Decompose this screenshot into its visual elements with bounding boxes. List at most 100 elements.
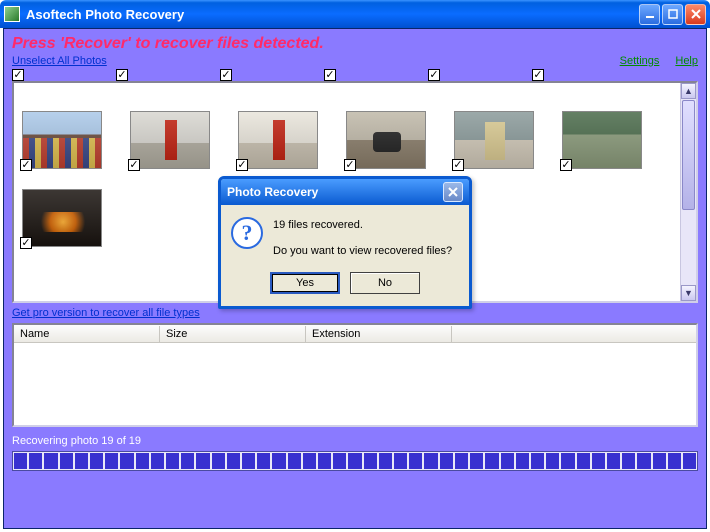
thumbnail-checkbox[interactable]: ✓ bbox=[236, 159, 248, 171]
progress-segment bbox=[577, 453, 590, 469]
thumbnail-checkbox[interactable]: ✓ bbox=[344, 159, 356, 171]
title-bar: Asoftech Photo Recovery bbox=[0, 0, 710, 28]
progress-segment bbox=[75, 453, 88, 469]
progress-segment bbox=[394, 453, 407, 469]
progress-segment bbox=[653, 453, 666, 469]
progress-segment bbox=[470, 453, 483, 469]
top-link-bar: Unselect All Photos Settings Help bbox=[12, 55, 698, 67]
thumbnail-item[interactable]: ✓ bbox=[454, 111, 534, 169]
thumbnail-item[interactable]: ✓ bbox=[22, 189, 102, 247]
photo-thumbnail bbox=[454, 111, 534, 169]
progress-segment bbox=[242, 453, 255, 469]
progress-segment bbox=[29, 453, 42, 469]
thumbnail-checkbox[interactable]: ✓ bbox=[128, 159, 140, 171]
close-button[interactable] bbox=[685, 4, 706, 25]
thumbnail-item[interactable]: ✓ bbox=[238, 111, 318, 169]
progress-segment bbox=[531, 453, 544, 469]
dialog-title: Photo Recovery bbox=[227, 185, 443, 199]
progress-segment bbox=[622, 453, 635, 469]
thumbnail-checkbox[interactable]: ✓ bbox=[20, 159, 32, 171]
column-checkbox[interactable]: ✓ bbox=[428, 69, 440, 81]
app-icon bbox=[4, 6, 20, 22]
progress-segment bbox=[44, 453, 57, 469]
progress-segment bbox=[333, 453, 346, 469]
column-header-extension[interactable]: Extension bbox=[306, 326, 452, 342]
progress-segment bbox=[196, 453, 209, 469]
progress-segment bbox=[424, 453, 437, 469]
minimize-button[interactable] bbox=[639, 4, 660, 25]
scroll-down-button[interactable]: ▼ bbox=[681, 285, 696, 301]
column-header-blank bbox=[452, 332, 696, 336]
vertical-scrollbar[interactable]: ▲ ▼ bbox=[680, 83, 696, 301]
progress-bar bbox=[12, 451, 698, 471]
scrollbar-thumb[interactable] bbox=[682, 100, 695, 210]
thumbnail-checkbox[interactable]: ✓ bbox=[20, 237, 32, 249]
thumbnail-checkbox[interactable]: ✓ bbox=[560, 159, 572, 171]
status-text: Recovering photo 19 of 19 bbox=[12, 435, 698, 447]
progress-segment bbox=[683, 453, 696, 469]
column-checkbox[interactable]: ✓ bbox=[220, 69, 232, 81]
question-icon: ? bbox=[231, 217, 263, 249]
column-checkbox[interactable]: ✓ bbox=[532, 69, 544, 81]
photo-thumbnail bbox=[22, 111, 102, 169]
progress-segment bbox=[257, 453, 270, 469]
progress-segment bbox=[607, 453, 620, 469]
window-title: Asoftech Photo Recovery bbox=[26, 7, 637, 22]
progress-segment bbox=[637, 453, 650, 469]
settings-link[interactable]: Settings bbox=[620, 55, 660, 67]
progress-segment bbox=[120, 453, 133, 469]
dialog-message: 19 files recovered. Do you want to view … bbox=[273, 217, 452, 260]
thumbnail-item[interactable]: ✓ bbox=[130, 111, 210, 169]
progress-segment bbox=[379, 453, 392, 469]
progress-segment bbox=[227, 453, 240, 469]
dialog-close-button[interactable] bbox=[443, 182, 463, 202]
dialog-title-bar[interactable]: Photo Recovery bbox=[221, 179, 469, 205]
column-header-size[interactable]: Size bbox=[160, 326, 306, 342]
thumbnail-checkbox[interactable]: ✓ bbox=[452, 159, 464, 171]
progress-segment bbox=[348, 453, 361, 469]
photo-thumbnail bbox=[238, 111, 318, 169]
scroll-up-button[interactable]: ▲ bbox=[681, 83, 696, 99]
photo-thumbnail bbox=[346, 111, 426, 169]
column-checkbox[interactable]: ✓ bbox=[324, 69, 336, 81]
thumbnail-item[interactable]: ✓ bbox=[22, 111, 102, 169]
photo-thumbnail bbox=[130, 111, 210, 169]
progress-segment bbox=[90, 453, 103, 469]
progress-segment bbox=[14, 453, 27, 469]
progress-segment bbox=[561, 453, 574, 469]
header-check-row: ✓ ✓ ✓ ✓ ✓ ✓ bbox=[12, 69, 698, 81]
progress-segment bbox=[546, 453, 559, 469]
photo-thumbnail bbox=[22, 189, 102, 247]
progress-segment bbox=[516, 453, 529, 469]
yes-button[interactable]: Yes bbox=[270, 272, 340, 294]
progress-segment bbox=[592, 453, 605, 469]
instruction-text: Press 'Recover' to recover files detecte… bbox=[12, 35, 698, 53]
progress-segment bbox=[440, 453, 453, 469]
progress-segment bbox=[364, 453, 377, 469]
progress-segment bbox=[105, 453, 118, 469]
photo-thumbnail bbox=[562, 111, 642, 169]
progress-segment bbox=[668, 453, 681, 469]
column-checkbox[interactable]: ✓ bbox=[12, 69, 24, 81]
progress-segment bbox=[136, 453, 149, 469]
unselect-all-link[interactable]: Unselect All Photos bbox=[12, 55, 107, 67]
progress-segment bbox=[166, 453, 179, 469]
pro-version-link[interactable]: Get pro version to recover all file type… bbox=[12, 307, 200, 319]
progress-segment bbox=[60, 453, 73, 469]
column-header-name[interactable]: Name bbox=[14, 326, 160, 342]
progress-segment bbox=[409, 453, 422, 469]
table-header: Name Size Extension bbox=[14, 325, 696, 343]
dialog-line1: 19 files recovered. bbox=[273, 217, 452, 235]
column-checkbox[interactable]: ✓ bbox=[116, 69, 128, 81]
progress-segment bbox=[303, 453, 316, 469]
dialog-line2: Do you want to view recovered files? bbox=[273, 243, 452, 261]
thumbnail-item[interactable]: ✓ bbox=[346, 111, 426, 169]
progress-segment bbox=[485, 453, 498, 469]
progress-segment bbox=[272, 453, 285, 469]
maximize-button[interactable] bbox=[662, 4, 683, 25]
progress-segment bbox=[288, 453, 301, 469]
progress-segment bbox=[212, 453, 225, 469]
no-button[interactable]: No bbox=[350, 272, 420, 294]
thumbnail-item[interactable]: ✓ bbox=[562, 111, 642, 169]
help-link[interactable]: Help bbox=[675, 55, 698, 67]
